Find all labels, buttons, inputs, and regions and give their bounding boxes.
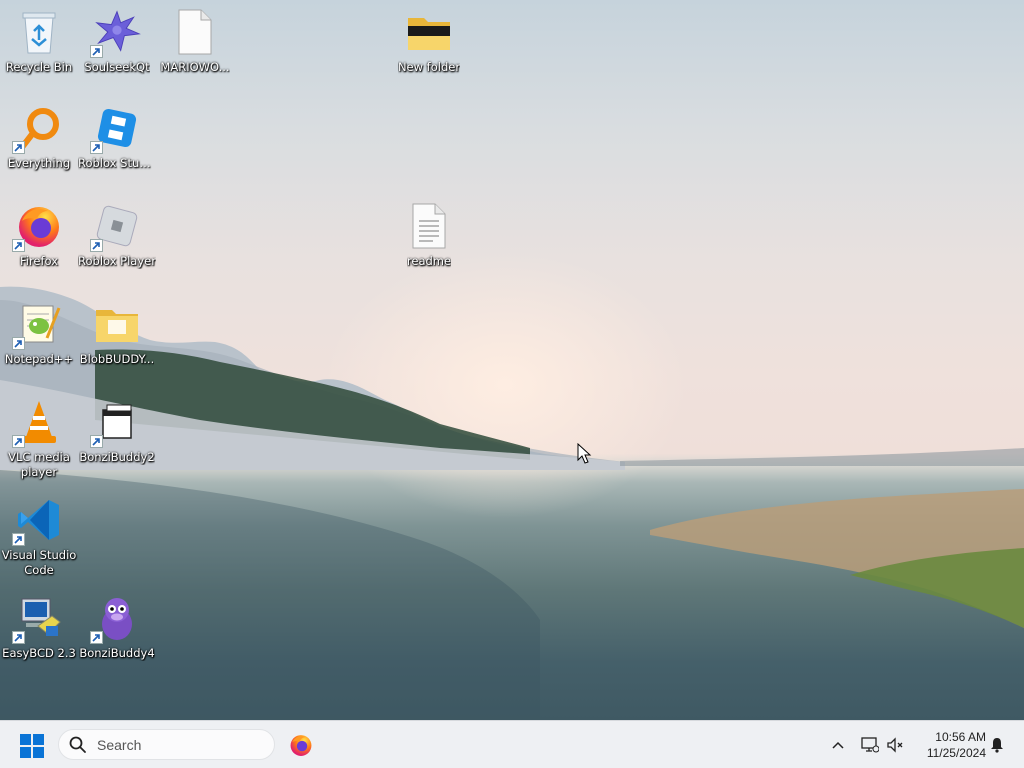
- everything-search-icon: [12, 104, 63, 154]
- clock[interactable]: 10:56 AM 11/25/2024: [910, 729, 986, 761]
- show-hidden-icons-button[interactable]: [828, 733, 848, 757]
- folder-icon: [405, 8, 453, 56]
- desktop-icon-label: Roblox Studio: [78, 156, 156, 170]
- roblox-player-icon: [90, 202, 141, 252]
- desktop-icon-label: New folder: [397, 60, 461, 74]
- desktop-icon-new-folder[interactable]: New folder: [390, 8, 468, 75]
- vscode-icon: [12, 496, 63, 546]
- taskbar: Search 10:56 AM 11/25/2024: [0, 720, 1024, 768]
- desktop[interactable]: Recycle Bin Everything Firefox Notepad++…: [0, 0, 1024, 720]
- desktop-icon-roblox-studio[interactable]: Roblox Studio: [78, 104, 156, 171]
- desktop-icon-label: BlobBUDDY...: [79, 352, 155, 366]
- shortcut-arrow-icon: [12, 141, 25, 154]
- desktop-icon-recycle-bin[interactable]: Recycle Bin: [0, 8, 78, 75]
- taskbar-search-box[interactable]: Search: [58, 729, 275, 760]
- desktop-icon-label: VLC media player: [8, 450, 70, 479]
- shortcut-arrow-icon: [90, 435, 103, 448]
- soulseek-icon: [90, 8, 141, 58]
- search-placeholder: Search: [97, 736, 142, 753]
- desktop-icon-readme[interactable]: readme: [390, 202, 468, 269]
- text-file-icon: [171, 8, 219, 56]
- desktop-icon-label: MARIOWO...: [160, 60, 230, 74]
- window-app-icon: [90, 398, 141, 448]
- bonzibuddy-icon: [90, 594, 141, 644]
- search-icon: [69, 736, 86, 753]
- desktop-icon-mariowo[interactable]: MARIOWO...: [156, 8, 234, 75]
- taskbar-firefox-button[interactable]: [287, 731, 315, 759]
- easybcd-icon: [12, 594, 63, 644]
- network-icon: [861, 737, 879, 753]
- desktop-icon-soulseekqt[interactable]: SoulseekQt: [78, 8, 156, 75]
- start-button[interactable]: [18, 732, 46, 760]
- shortcut-arrow-icon: [90, 239, 103, 252]
- desktop-icon-firefox[interactable]: Firefox: [0, 202, 78, 269]
- desktop-icon-label: BonziBuddy4: [79, 646, 155, 660]
- desktop-icon-vlc[interactable]: VLC media player: [0, 398, 78, 480]
- shortcut-arrow-icon: [90, 631, 103, 644]
- volume-button[interactable]: [884, 733, 906, 757]
- desktop-icon-everything[interactable]: Everything: [0, 104, 78, 171]
- shortcut-arrow-icon: [12, 631, 25, 644]
- desktop-icon-label: Firefox: [19, 254, 59, 268]
- windows-logo-icon: [20, 734, 44, 758]
- desktop-icon-label: EasyBCD 2.3: [2, 646, 76, 660]
- desktop-icon-label: BonziBuddy2: [79, 450, 155, 464]
- clock-date: 11/25/2024: [926, 746, 986, 760]
- desktop-icon-bonzibuddy2[interactable]: BonziBuddy2: [78, 398, 156, 465]
- shortcut-arrow-icon: [12, 533, 25, 546]
- desktop-icon-roblox-player[interactable]: Roblox Player: [78, 202, 156, 269]
- desktop-icon-label: Recycle Bin: [5, 60, 73, 74]
- desktop-icon-label: Visual Studio Code: [1, 548, 77, 577]
- mouse-cursor-icon: [577, 443, 592, 464]
- notification-bell-icon: [991, 738, 1003, 753]
- chevron-up-icon: [832, 741, 844, 749]
- notifications-button[interactable]: [987, 733, 1007, 757]
- folder-icon: [93, 300, 141, 348]
- notepad-plus-plus-icon: [12, 300, 63, 350]
- desktop-icon-vscode[interactable]: Visual Studio Code: [0, 496, 78, 578]
- clock-time: 10:56 AM: [935, 730, 986, 744]
- shortcut-arrow-icon: [12, 239, 25, 252]
- desktop-icon-notepad-plus-plus[interactable]: Notepad++: [0, 300, 78, 367]
- recycle-bin-icon: [15, 8, 63, 56]
- shortcut-arrow-icon: [12, 337, 25, 350]
- network-button[interactable]: [859, 733, 881, 757]
- volume-muted-icon: [887, 737, 903, 753]
- shortcut-arrow-icon: [12, 435, 25, 448]
- roblox-studio-icon: [90, 104, 141, 154]
- shortcut-arrow-icon: [90, 45, 103, 58]
- vlc-icon: [12, 398, 63, 448]
- desktop-icon-label: Everything: [7, 156, 71, 170]
- firefox-icon: [12, 202, 63, 252]
- desktop-icon-label: SoulseekQt: [84, 60, 150, 74]
- desktop-icon-label: Roblox Player: [78, 254, 156, 268]
- desktop-icon-label: readme: [406, 254, 452, 268]
- text-file-icon: [405, 202, 453, 250]
- desktop-icon-blobbuddy-folder[interactable]: BlobBUDDY...: [78, 300, 156, 367]
- firefox-icon: [290, 735, 312, 756]
- desktop-icon-label: Notepad++: [4, 352, 74, 366]
- desktop-icon-bonzibuddy4[interactable]: BonziBuddy4: [78, 594, 156, 661]
- shortcut-arrow-icon: [90, 141, 103, 154]
- desktop-icon-easybcd[interactable]: EasyBCD 2.3: [0, 594, 78, 661]
